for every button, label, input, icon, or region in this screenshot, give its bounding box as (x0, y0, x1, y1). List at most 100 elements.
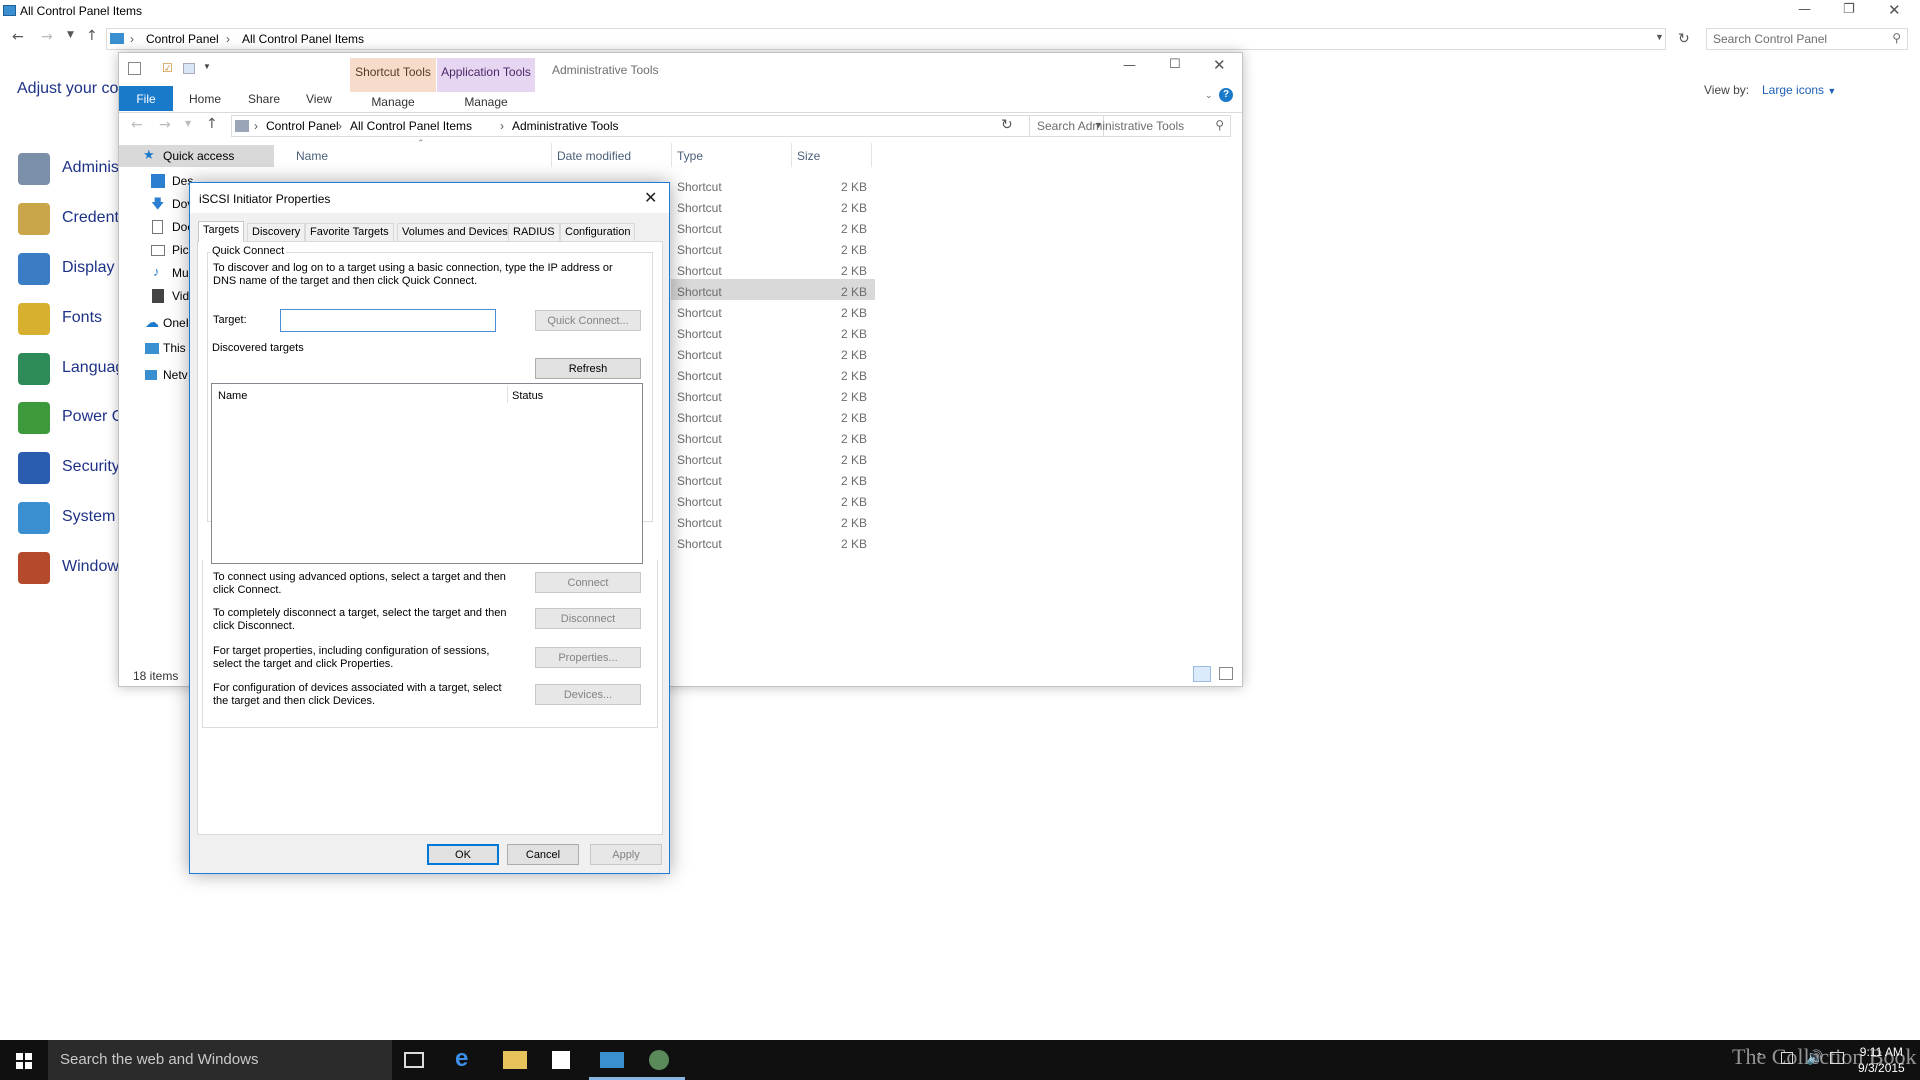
iscsi-initiator-taskbar-icon[interactable] (649, 1050, 669, 1070)
restore-icon[interactable]: ❐ (1843, 2, 1855, 17)
breadcrumb-administrative-tools[interactable]: Administrative Tools (512, 119, 619, 133)
action-center-icon[interactable] (1830, 1052, 1844, 1064)
row-type[interactable]: Shortcut (677, 432, 722, 446)
details-view-icon[interactable] (1193, 666, 1211, 682)
back-arrow-icon[interactable]: ← (12, 29, 24, 45)
tab-volumes-and-devices[interactable]: Volumes and Devices (397, 223, 513, 241)
task-view-icon[interactable] (404, 1052, 424, 1068)
store-icon[interactable] (552, 1051, 570, 1069)
recent-chevron-icon[interactable]: ▼ (185, 119, 191, 128)
nav-item-quick-access[interactable]: ★ Quick access (119, 145, 274, 167)
apply-button[interactable]: Apply (590, 844, 662, 865)
back-arrow-icon[interactable]: ← (131, 117, 143, 133)
row-size[interactable]: 2 KB (813, 201, 867, 215)
row-size[interactable]: 2 KB (813, 516, 867, 530)
explorer-search-input[interactable]: Search Administrative Tools ⚲ (1029, 115, 1231, 137)
up-arrow-icon[interactable]: ↑ (206, 116, 218, 132)
maximize-icon[interactable]: ☐ (1169, 57, 1181, 72)
tab-targets[interactable]: Targets (198, 221, 245, 242)
row-size[interactable]: 2 KB (813, 348, 867, 362)
edge-browser-icon[interactable]: e (455, 1045, 479, 1072)
tab-radius[interactable]: RADIUS (508, 223, 560, 241)
tray-clock[interactable]: 9:11 AM 9/3/2015 (1858, 1044, 1905, 1076)
row-size[interactable]: 2 KB (813, 411, 867, 425)
row-type[interactable]: Shortcut (677, 285, 722, 299)
list-column-status[interactable]: Status (512, 390, 543, 402)
quick-access-toolbar-dropdown-icon[interactable]: ▼ (203, 62, 211, 71)
ribbon-tab-view[interactable]: View (306, 92, 332, 106)
ribbon-expand-chevron-icon[interactable]: ⌄ (1205, 90, 1213, 101)
list-column-name[interactable]: Name (218, 390, 247, 402)
row-size[interactable]: 2 KB (813, 537, 867, 551)
row-size[interactable]: 2 KB (813, 495, 867, 509)
help-icon[interactable]: ? (1219, 88, 1233, 102)
control-panel-taskbar-icon[interactable] (600, 1052, 624, 1068)
row-size[interactable]: 2 KB (813, 327, 867, 341)
column-header-size[interactable]: Size (797, 149, 820, 163)
ribbon-tab-file[interactable]: File (119, 86, 173, 111)
row-size[interactable]: 2 KB (813, 180, 867, 194)
row-type[interactable]: Shortcut (677, 327, 722, 341)
row-size[interactable]: 2 KB (813, 306, 867, 320)
row-type[interactable]: Shortcut (677, 495, 722, 509)
row-type[interactable]: Shortcut (677, 201, 722, 215)
tab-configuration[interactable]: Configuration (560, 223, 636, 241)
row-type[interactable]: Shortcut (677, 243, 722, 257)
file-explorer-icon[interactable] (503, 1051, 527, 1069)
forward-arrow-icon[interactable]: → (41, 29, 53, 45)
large-icons-view-icon[interactable] (1219, 667, 1233, 680)
row-size[interactable]: 2 KB (813, 243, 867, 257)
ok-button[interactable]: OK (427, 844, 499, 865)
row-size[interactable]: 2 KB (813, 453, 867, 467)
row-size[interactable]: 2 KB (813, 222, 867, 236)
row-type[interactable]: Shortcut (677, 474, 722, 488)
up-arrow-icon[interactable]: ↑ (86, 28, 98, 44)
minimize-icon[interactable]: — (1123, 58, 1136, 73)
breadcrumb-all-items[interactable]: All Control Panel Items (350, 119, 472, 133)
row-type[interactable]: Shortcut (677, 411, 722, 425)
row-size[interactable]: 2 KB (813, 285, 867, 299)
row-type[interactable]: Shortcut (677, 348, 722, 362)
new-folder-quick-icon[interactable] (183, 63, 195, 74)
refresh-icon[interactable]: ↻ (1678, 31, 1690, 47)
row-size[interactable]: 2 KB (813, 390, 867, 404)
refresh-button[interactable]: Refresh (535, 358, 641, 379)
row-type[interactable]: Shortcut (677, 306, 722, 320)
column-header-type[interactable]: Type (677, 149, 703, 163)
control-panel-address-bar[interactable]: › Control Panel › All Control Panel Item… (106, 28, 1666, 50)
row-size[interactable]: 2 KB (813, 369, 867, 383)
row-size[interactable]: 2 KB (813, 432, 867, 446)
forward-arrow-icon[interactable]: → (159, 117, 171, 133)
address-dropdown-icon[interactable]: ▼ (1655, 32, 1664, 42)
explorer-address-bar[interactable]: › Control Panel › All Control Panel Item… (231, 115, 1104, 137)
view-by-dropdown[interactable]: Large icons ▼ (1762, 83, 1836, 97)
control-panel-search-input[interactable]: Search Control Panel ⚲ (1706, 28, 1908, 50)
discovered-targets-list[interactable] (211, 383, 643, 564)
ribbon-tab-home[interactable]: Home (189, 92, 221, 106)
row-size[interactable]: 2 KB (813, 474, 867, 488)
ribbon-tab-share[interactable]: Share (248, 92, 280, 106)
row-type[interactable]: Shortcut (677, 516, 722, 530)
row-size[interactable]: 2 KB (813, 264, 867, 278)
tab-favorite-targets[interactable]: Favorite Targets (305, 223, 394, 241)
taskbar-search-box[interactable]: Search the web and Windows (48, 1040, 392, 1080)
column-header-name[interactable]: Name (296, 149, 328, 163)
checkmark-quick-icon[interactable]: ☑ (162, 61, 173, 75)
breadcrumb-all-items[interactable]: All Control Panel Items (242, 32, 364, 46)
tab-discovery[interactable]: Discovery (247, 223, 306, 241)
close-icon[interactable]: ✕ (1213, 56, 1226, 74)
breadcrumb-control-panel[interactable]: Control Panel (266, 119, 339, 133)
row-type[interactable]: Shortcut (677, 537, 722, 551)
cancel-button[interactable]: Cancel (507, 844, 579, 865)
row-type[interactable]: Shortcut (677, 222, 722, 236)
properties-quick-icon[interactable] (128, 62, 141, 75)
start-button[interactable] (0, 1040, 48, 1080)
close-icon[interactable]: ✕ (644, 188, 657, 207)
row-type[interactable]: Shortcut (677, 264, 722, 278)
volume-tray-icon[interactable]: 🔊 (1806, 1050, 1823, 1066)
tray-chevron-icon[interactable]: ⌃ (1755, 1052, 1763, 1063)
breadcrumb-control-panel[interactable]: Control Panel (146, 32, 219, 46)
minimize-icon[interactable]: — (1798, 2, 1811, 17)
network-tray-icon[interactable] (1781, 1052, 1793, 1064)
close-icon[interactable]: ✕ (1888, 1, 1901, 19)
